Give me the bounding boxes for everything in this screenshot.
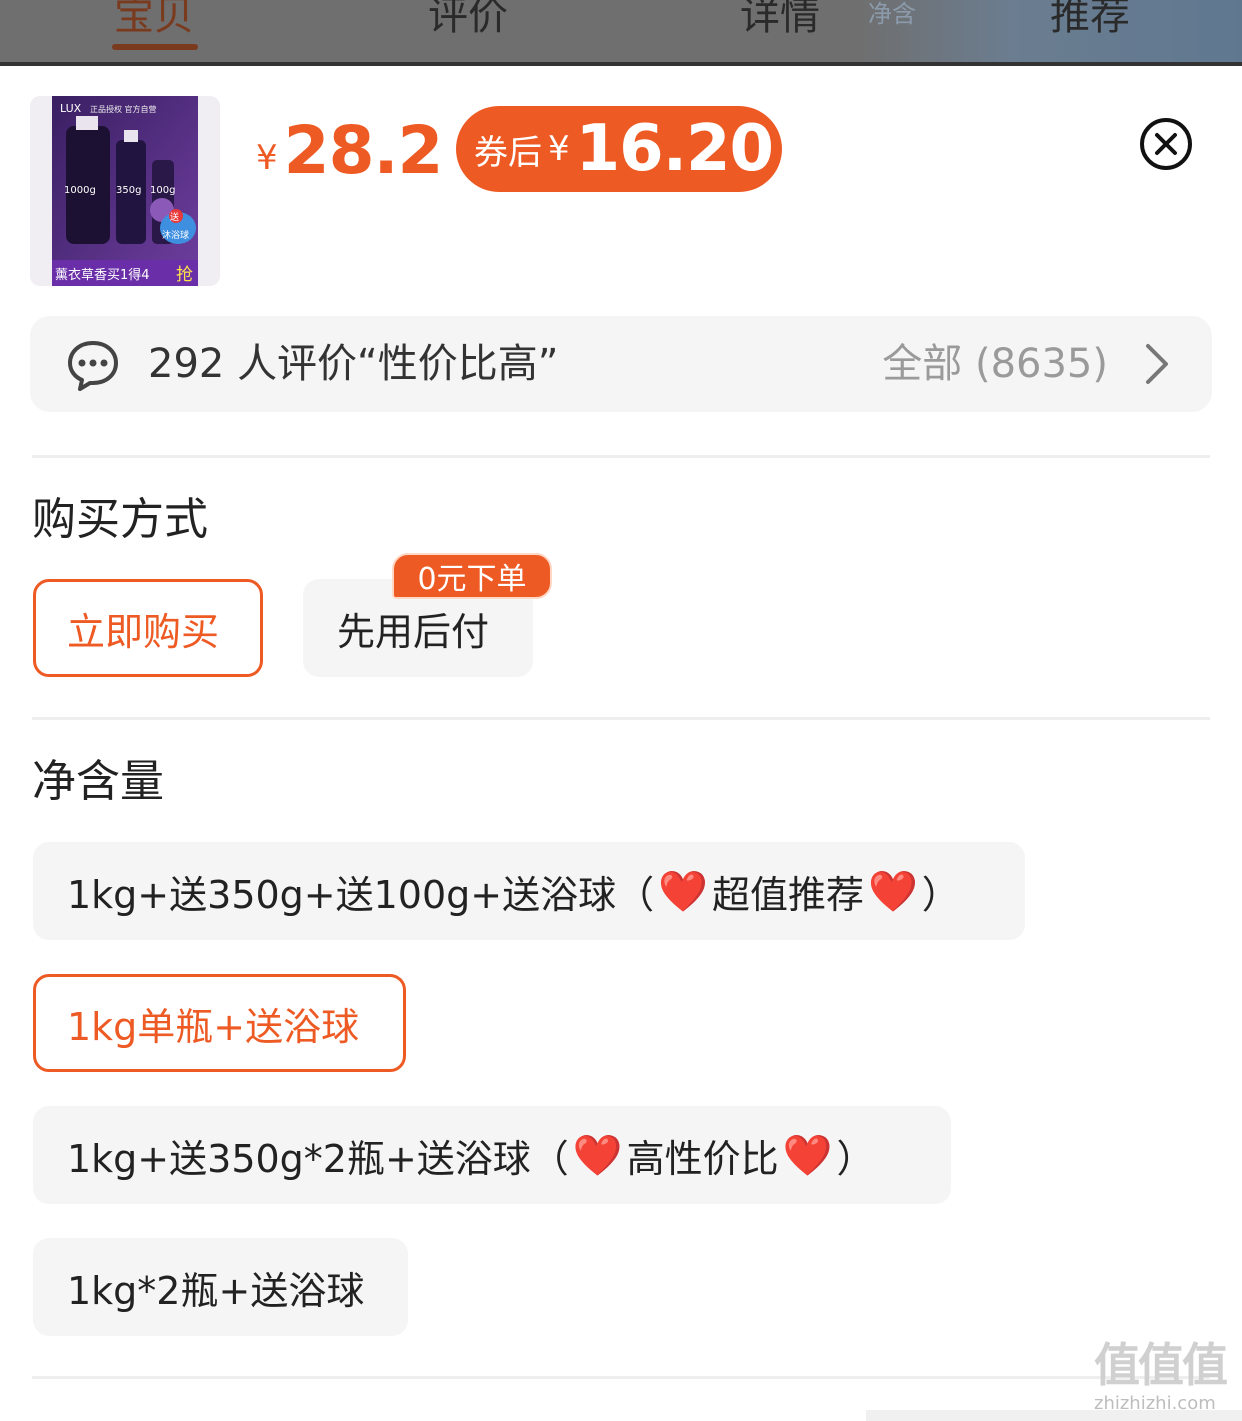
chat-bubble-icon — [66, 338, 120, 392]
net-content-title: 净含量 — [32, 756, 164, 807]
site-watermark: 值值值 zhizhizhi.com — [1094, 1336, 1240, 1421]
heart-icon: ❤️ — [867, 868, 918, 915]
thumb-size-1: 1000g — [64, 185, 96, 196]
tab-details[interactable]: 详情 — [740, 0, 820, 46]
heart-icon: ❤️ — [782, 1132, 833, 1179]
price-currency: ¥ — [256, 138, 278, 178]
variant-3-close: ） — [836, 1136, 875, 1181]
variant-1-text: 1kg+送350g+送100g+送浴球（ — [67, 872, 655, 917]
review-all-count[interactable]: 全部 (8635) — [882, 338, 1108, 390]
sheet-top-edge — [0, 62, 1242, 66]
purchase-method-title: 购买方式 — [32, 494, 208, 545]
price-value: 28.2 — [283, 111, 444, 189]
heart-icon: ❤️ — [658, 868, 708, 915]
coupon-currency: ¥ — [548, 129, 570, 169]
active-tab-indicator — [112, 44, 198, 50]
variant-3-highlight: 高性价比 — [626, 1136, 779, 1181]
thumb-bottom-action: 抢 — [176, 265, 193, 285]
variant-option-2[interactable]: 1kg单瓶+送浴球 — [33, 974, 406, 1072]
product-thumbnail[interactable]: LUX 正品授权 官方自营 1000g 350g 100g 送 沐浴球 薰衣草香… — [30, 96, 220, 286]
divider — [32, 717, 1210, 720]
tab-recommend[interactable]: 推荐 — [1050, 0, 1130, 46]
divider — [32, 455, 1210, 458]
review-summary-text: 292 人评价“性价比高” — [148, 341, 559, 387]
variant-option-3[interactable]: 1kg+送350g*2瓶+送浴球（ ❤️ 高性价比 ❤️ ） — [33, 1106, 951, 1204]
thumb-gift-tag: 送 — [170, 211, 179, 223]
price-block: ¥ 28.2 — [256, 108, 444, 192]
chevron-right-icon — [1142, 342, 1172, 386]
variant-option-4[interactable]: 1kg*2瓶+送浴球 — [33, 1238, 408, 1336]
review-summary-row[interactable]: 292 人评价“性价比高” 全部 (8635) — [30, 316, 1212, 412]
divider — [32, 1376, 1210, 1379]
tab-reviews[interactable]: 评价 — [428, 0, 508, 46]
thumb-size-2: 350g — [116, 185, 141, 196]
buy-now-label: 立即购买 — [67, 609, 220, 654]
header-background-text: 净含 — [868, 0, 916, 28]
top-tab-bar: 净含 宝贝 评价 详情 推荐 — [0, 0, 1242, 66]
thumb-gift-item: 沐浴球 — [162, 229, 189, 241]
watermark-url: zhizhizhi.com — [1094, 1393, 1216, 1414]
thumb-top-text: 正品授权 官方自营 — [90, 104, 157, 114]
thumb-brand: LUX — [60, 102, 82, 115]
pay-later-label: 先用后付 — [337, 609, 490, 654]
close-icon[interactable] — [1138, 116, 1194, 172]
tab-baobei[interactable]: 宝贝 — [114, 0, 194, 46]
heart-icon: ❤️ — [572, 1132, 623, 1179]
variant-4-text: 1kg*2瓶+送浴球 — [67, 1268, 365, 1313]
variant-1-highlight: 超值推荐 — [711, 872, 864, 917]
watermark-logo: 值值值 — [1094, 1338, 1228, 1392]
coupon-price-pill: 券后 ¥ 16.20 — [456, 106, 782, 192]
zero-down-badge: 0元下单 — [392, 553, 552, 599]
coupon-label: 券后 — [474, 132, 542, 173]
thumb-size-3: 100g — [150, 185, 175, 196]
variant-1-close: ） — [921, 872, 960, 917]
variant-2-text: 1kg单瓶+送浴球 — [67, 1004, 360, 1049]
thumb-bottom-text: 薰衣草香买1得4 — [55, 267, 150, 283]
coupon-price-value: 16.20 — [575, 112, 774, 186]
variant-3-text: 1kg+送350g*2瓶+送浴球（ — [67, 1136, 569, 1181]
buy-now-option[interactable]: 立即购买 — [33, 579, 263, 677]
variant-option-1[interactable]: 1kg+送350g+送100g+送浴球（ ❤️ 超值推荐 ❤️ ） — [33, 842, 1025, 940]
